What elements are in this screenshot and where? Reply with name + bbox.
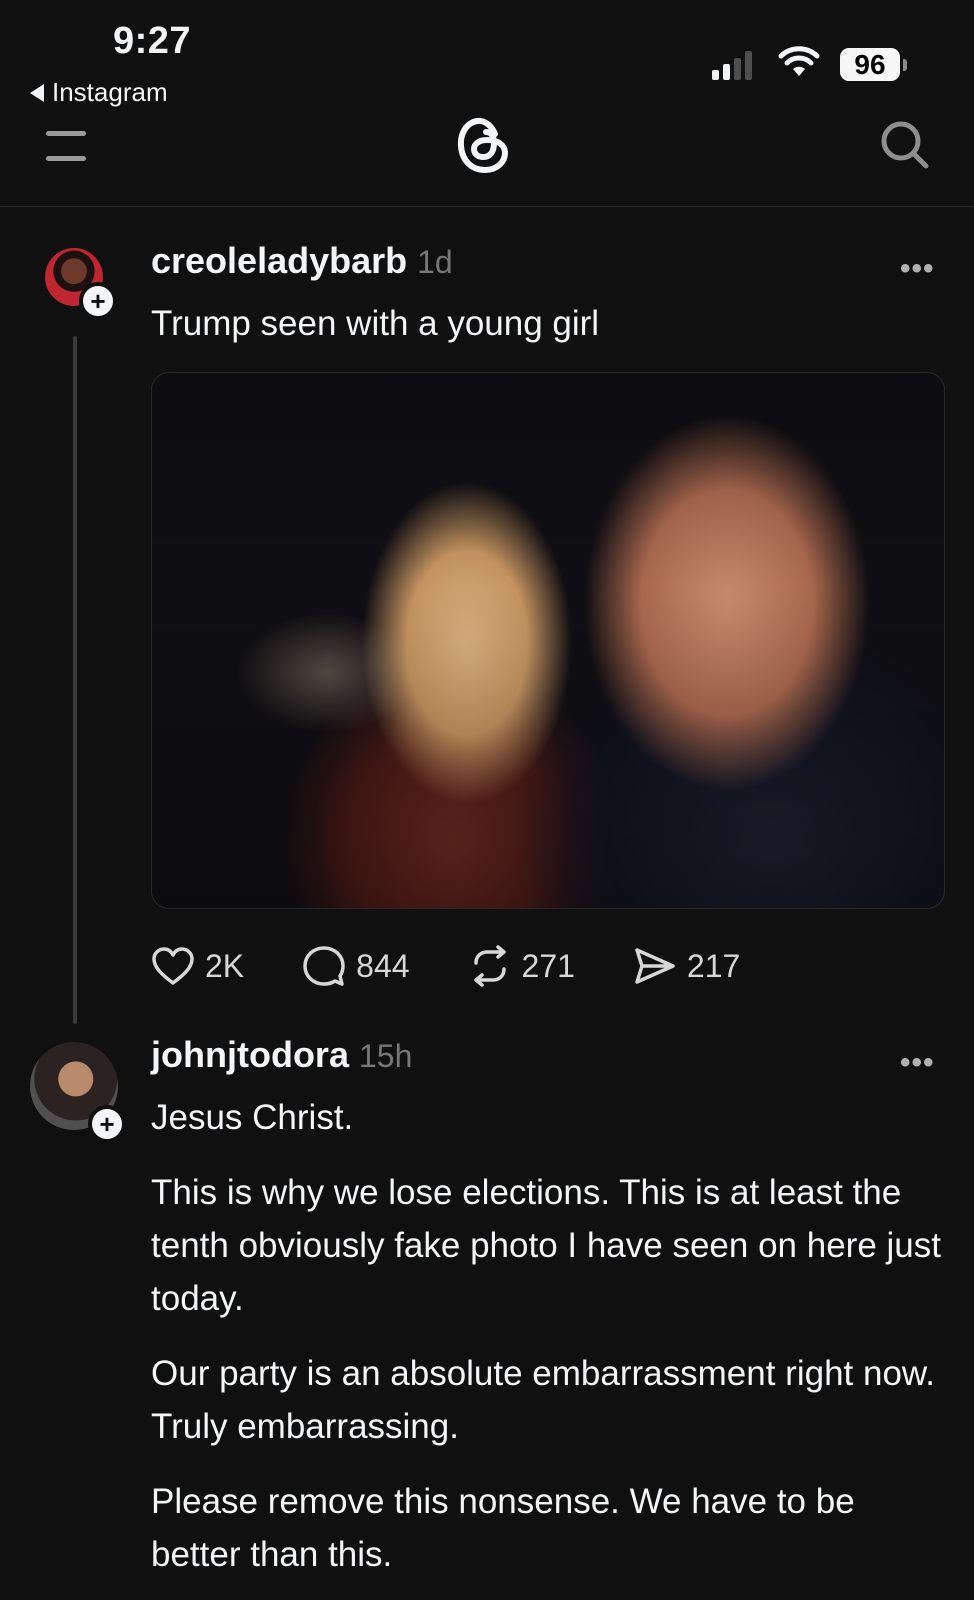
follow-plus-icon[interactable]: + bbox=[88, 1105, 126, 1143]
back-app-label: Instagram bbox=[52, 77, 168, 107]
share-count: 217 bbox=[686, 947, 741, 984]
post-image[interactable] bbox=[151, 372, 945, 909]
post-username[interactable]: creoleladybarb bbox=[151, 240, 407, 281]
threads-logo-icon[interactable] bbox=[455, 112, 511, 176]
repost-count: 271 bbox=[521, 947, 575, 984]
reply-body: Jesus Christ. This is why we lose electi… bbox=[151, 1091, 941, 1581]
reply-header: johnjtodora 15h bbox=[151, 1034, 412, 1076]
back-arrow-icon bbox=[30, 83, 44, 102]
post-actions-bar: 2K 844 271 217 bbox=[151, 945, 798, 987]
battery-level: 96 bbox=[840, 48, 900, 81]
reply-more-options-icon[interactable]: ••• bbox=[900, 1046, 935, 1080]
post-timestamp: 1d bbox=[417, 244, 453, 280]
heart-icon bbox=[152, 947, 194, 985]
reply-paragraph: Please remove this nonsense. We have to … bbox=[151, 1482, 855, 1574]
comment-count: 844 bbox=[356, 947, 410, 984]
follow-plus-icon[interactable]: + bbox=[79, 282, 117, 320]
reply-username[interactable]: johnjtodora bbox=[151, 1034, 349, 1075]
wifi-icon bbox=[778, 46, 820, 76]
reply-paragraph: Our party is an absolute embarrassment r… bbox=[151, 1354, 935, 1446]
search-icon[interactable] bbox=[880, 120, 930, 170]
repost-button[interactable]: 271 bbox=[468, 945, 575, 987]
repost-icon bbox=[473, 945, 506, 987]
cellular-signal-icon bbox=[712, 50, 752, 80]
reply-paragraph: Jesus Christ. bbox=[151, 1098, 354, 1137]
battery-tip bbox=[903, 58, 907, 71]
comment-button[interactable]: 844 bbox=[302, 945, 410, 987]
like-button[interactable]: 2K bbox=[151, 946, 244, 986]
nav-divider bbox=[0, 206, 974, 207]
thread-connector-line bbox=[73, 336, 77, 1024]
post-text: Trump seen with a young girl bbox=[151, 304, 600, 343]
reply-timestamp: 15h bbox=[358, 1038, 413, 1074]
post-header: creoleladybarb 1d bbox=[151, 240, 453, 282]
share-button[interactable]: 217 bbox=[633, 945, 740, 987]
comment-bubble-icon bbox=[303, 946, 345, 986]
post-more-options-icon[interactable]: ••• bbox=[900, 252, 935, 286]
send-icon bbox=[635, 948, 675, 984]
menu-icon[interactable] bbox=[46, 131, 86, 163]
reply-paragraph: This is why we lose elections. This is a… bbox=[151, 1173, 941, 1318]
status-time: 9:27 bbox=[113, 20, 192, 62]
battery-indicator: 96 bbox=[840, 48, 907, 81]
like-count: 2K bbox=[205, 947, 245, 984]
back-to-app-link[interactable]: Instagram bbox=[30, 77, 168, 108]
